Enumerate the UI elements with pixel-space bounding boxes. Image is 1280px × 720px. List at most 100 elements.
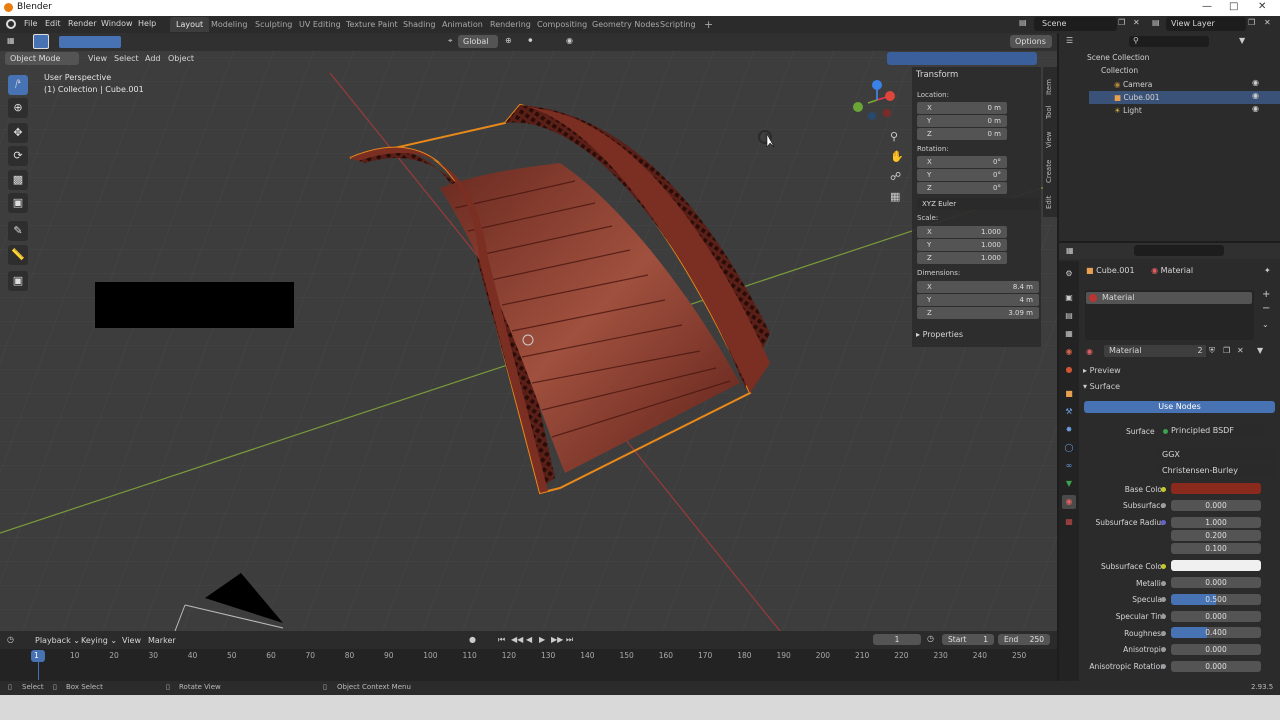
scale-z-field[interactable]: Z 1.000 [917, 252, 1007, 264]
subsurface-field[interactable]: 0.000 [1171, 500, 1261, 511]
remove-view-layer-icon[interactable]: ✕ [1264, 18, 1271, 27]
tab-modeling[interactable]: Modeling [205, 17, 253, 32]
data-tab-icon[interactable]: ▼ [1062, 477, 1076, 491]
visibility-eye-icon[interactable]: ◉ [1252, 78, 1259, 87]
dimensions-x-field[interactable]: X 8.4 m [917, 281, 1039, 293]
jump-start-icon[interactable]: ⏮ [498, 635, 505, 645]
specular-slider[interactable]: 0.500 [1171, 594, 1261, 605]
tab-animation[interactable]: Animation [436, 17, 489, 32]
subsurface-radius-y[interactable]: 0.200 [1171, 530, 1261, 541]
material-browse-icon[interactable]: ◉ [1086, 347, 1093, 356]
menu-help[interactable]: Help [138, 19, 156, 28]
outliner-editor-icon[interactable]: ☰ [1066, 36, 1073, 45]
timeline-menu-marker[interactable]: Marker [148, 636, 176, 645]
npanel-tab-item[interactable]: Item [1045, 79, 1053, 95]
render-tab-icon[interactable]: ▣ [1062, 291, 1076, 305]
camera-view-icon[interactable]: ☍ [890, 170, 901, 183]
tab-shading[interactable]: Shading [397, 17, 442, 32]
scale-y-field[interactable]: Y 1.000 [917, 239, 1007, 251]
metallic-field[interactable]: 0.000 [1171, 577, 1261, 588]
rotation-y-field[interactable]: Y 0° [917, 169, 1007, 181]
material-slot-list[interactable]: Material [1085, 290, 1254, 340]
subsurface-color-swatch[interactable] [1171, 560, 1261, 571]
tab-scripting[interactable]: Scripting [654, 17, 702, 32]
blender-menu-icon[interactable] [6, 19, 16, 29]
menu-add[interactable]: Add [145, 54, 161, 63]
timeline-editor-icon[interactable]: ◷ [7, 635, 14, 644]
properties-search-input[interactable] [1134, 245, 1224, 256]
minimize-icon[interactable]: — [1202, 1, 1212, 12]
scene-tab-icon[interactable]: ◉ [1062, 345, 1076, 359]
menu-object[interactable]: Object [168, 54, 194, 63]
menu-edit[interactable]: Edit [45, 19, 61, 28]
selection-mode-buttons[interactable] [59, 36, 121, 48]
physics-tab-icon[interactable]: ◯ [1062, 441, 1076, 455]
menu-select[interactable]: Select [114, 54, 139, 63]
distribution-dropdown[interactable]: GGX [1158, 449, 1276, 461]
3d-viewport[interactable]: ▦ ⌖ Global ⊕ ⚫ ◉ Options Object Mode Vie… [0, 33, 1057, 631]
subsurface-method-dropdown[interactable]: Christensen-Burley [1158, 465, 1276, 477]
start-frame-field[interactable]: Start 1 [942, 634, 994, 645]
rotate-tool[interactable]: ⟳ [8, 146, 28, 166]
ortho-toggle-icon[interactable]: ▦ [890, 190, 900, 203]
constraints-tab-icon[interactable]: ∞ [1062, 459, 1076, 473]
rotation-x-field[interactable]: X 0° [917, 156, 1007, 168]
outliner-item-light[interactable]: ☀ Light [1114, 104, 1142, 117]
tab-compositing[interactable]: Compositing [531, 17, 593, 32]
record-icon[interactable]: ● [469, 635, 476, 644]
transform-orientation-dropdown[interactable]: Global [458, 35, 498, 48]
menu-file[interactable]: File [24, 19, 37, 28]
options-dropdown[interactable]: Options [1010, 35, 1052, 48]
select-tool-icon[interactable] [33, 34, 49, 49]
location-y-field[interactable]: Y0 m [917, 115, 1007, 127]
filter-icon[interactable]: ▼ [1239, 36, 1245, 45]
rotation-mode-dropdown[interactable]: XYZ Euler [917, 198, 1039, 210]
measure-tool[interactable]: 📏 [8, 245, 28, 265]
remove-scene-icon[interactable]: ✕ [1133, 18, 1140, 27]
tab-uv-editing[interactable]: UV Editing [293, 17, 347, 32]
menu-render[interactable]: Render [68, 19, 96, 28]
cursor-tool[interactable]: ⊕ [8, 98, 28, 118]
surface-shader-selector[interactable]: Principled BSDF [1159, 425, 1264, 437]
npanel-tab-create[interactable]: Create [1045, 160, 1053, 183]
npanel-tab-edit[interactable]: Edit [1045, 195, 1053, 209]
close-icon[interactable]: ✕ [1258, 1, 1266, 12]
properties-editor-icon[interactable]: ▦ [1066, 246, 1074, 255]
texture-tab-icon[interactable]: ▦ [1062, 515, 1076, 529]
proportional-editing-icon[interactable]: ◉ [566, 36, 573, 45]
tab-layout[interactable]: Layout [170, 17, 210, 32]
timeline-menu-view[interactable]: View [122, 636, 141, 645]
view-layer-selector[interactable]: View Layer [1166, 17, 1246, 31]
slot-menu-icon[interactable]: ⌄ [1262, 320, 1269, 329]
subsurface-radius-z[interactable]: 0.100 [1171, 543, 1261, 554]
world-tab-icon[interactable]: ● [1062, 363, 1076, 377]
snap-icon[interactable]: ⚫ [527, 36, 534, 45]
npanel-tab-tool[interactable]: Tool [1045, 105, 1053, 119]
zoom-icon[interactable]: ⚲ [890, 130, 898, 143]
rotation-z-field[interactable]: Z 0° [917, 182, 1007, 194]
material-filter-icon[interactable]: ▼ [1257, 346, 1263, 355]
material-slot-item[interactable]: Material [1086, 292, 1252, 304]
new-view-layer-icon[interactable]: ❐ [1248, 18, 1255, 27]
tab-rendering[interactable]: Rendering [484, 17, 537, 32]
transform-panel-title[interactable]: Transform [916, 70, 958, 80]
preview-range-icon[interactable]: ◷ [927, 634, 934, 643]
modifiers-tab-icon[interactable]: ⚒ [1062, 405, 1076, 419]
base-color-swatch[interactable] [1171, 483, 1261, 494]
pan-hand-icon[interactable]: ✋ [890, 150, 904, 163]
use-nodes-button[interactable]: Use Nodes [1084, 401, 1275, 413]
viewport-shading-bar[interactable] [887, 52, 1037, 65]
object-tab-icon[interactable]: ■ [1062, 387, 1076, 401]
tool-tab-icon[interactable]: ⚙ [1062, 267, 1076, 281]
viewport-scene[interactable] [0, 33, 1057, 631]
preview-panel-header[interactable]: ▸ Preview [1083, 366, 1121, 375]
properties-subpanel-header[interactable]: ▸ Properties [916, 330, 963, 339]
anisotropic-rotation-field[interactable]: 0.000 [1171, 661, 1261, 672]
dimensions-y-field[interactable]: Y4 m [917, 294, 1039, 306]
transform-tool[interactable]: ▣ [8, 193, 28, 213]
maximize-icon[interactable]: □ [1229, 1, 1238, 12]
menu-view[interactable]: View [88, 54, 107, 63]
fake-user-shield-icon[interactable]: ⛨ [1209, 346, 1215, 356]
current-frame-field[interactable]: 1 [873, 634, 921, 645]
subsurface-radius-x[interactable]: 1.000 [1171, 517, 1261, 528]
